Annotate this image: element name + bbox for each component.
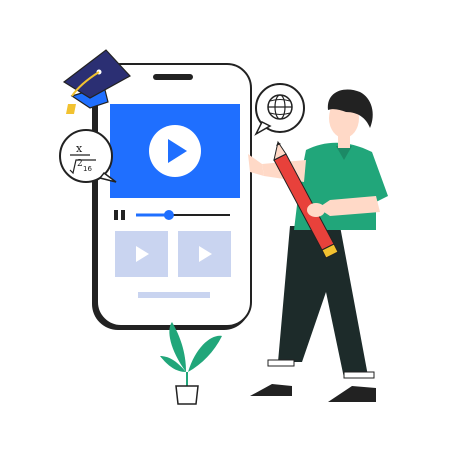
globe-bubble-icon — [254, 83, 305, 136]
math-root-value: 16 — [83, 165, 92, 173]
person-left-shoe — [250, 384, 292, 396]
e-learning-illustration: x 2 16 — [0, 0, 450, 450]
person-figure — [248, 89, 388, 402]
math-numerator: x — [76, 142, 83, 155]
video-player[interactable] — [110, 104, 240, 198]
text-line-placeholder — [138, 292, 210, 298]
illustration-canvas: x 2 16 — [59, 49, 388, 405]
phone-speaker — [153, 74, 193, 80]
plant-icon — [160, 322, 222, 405]
video-thumbnail-2[interactable] — [178, 231, 231, 277]
progress-scrubber[interactable] — [163, 210, 174, 220]
video-thumbnail-1[interactable] — [115, 231, 168, 277]
person-right-shoe — [328, 386, 376, 402]
